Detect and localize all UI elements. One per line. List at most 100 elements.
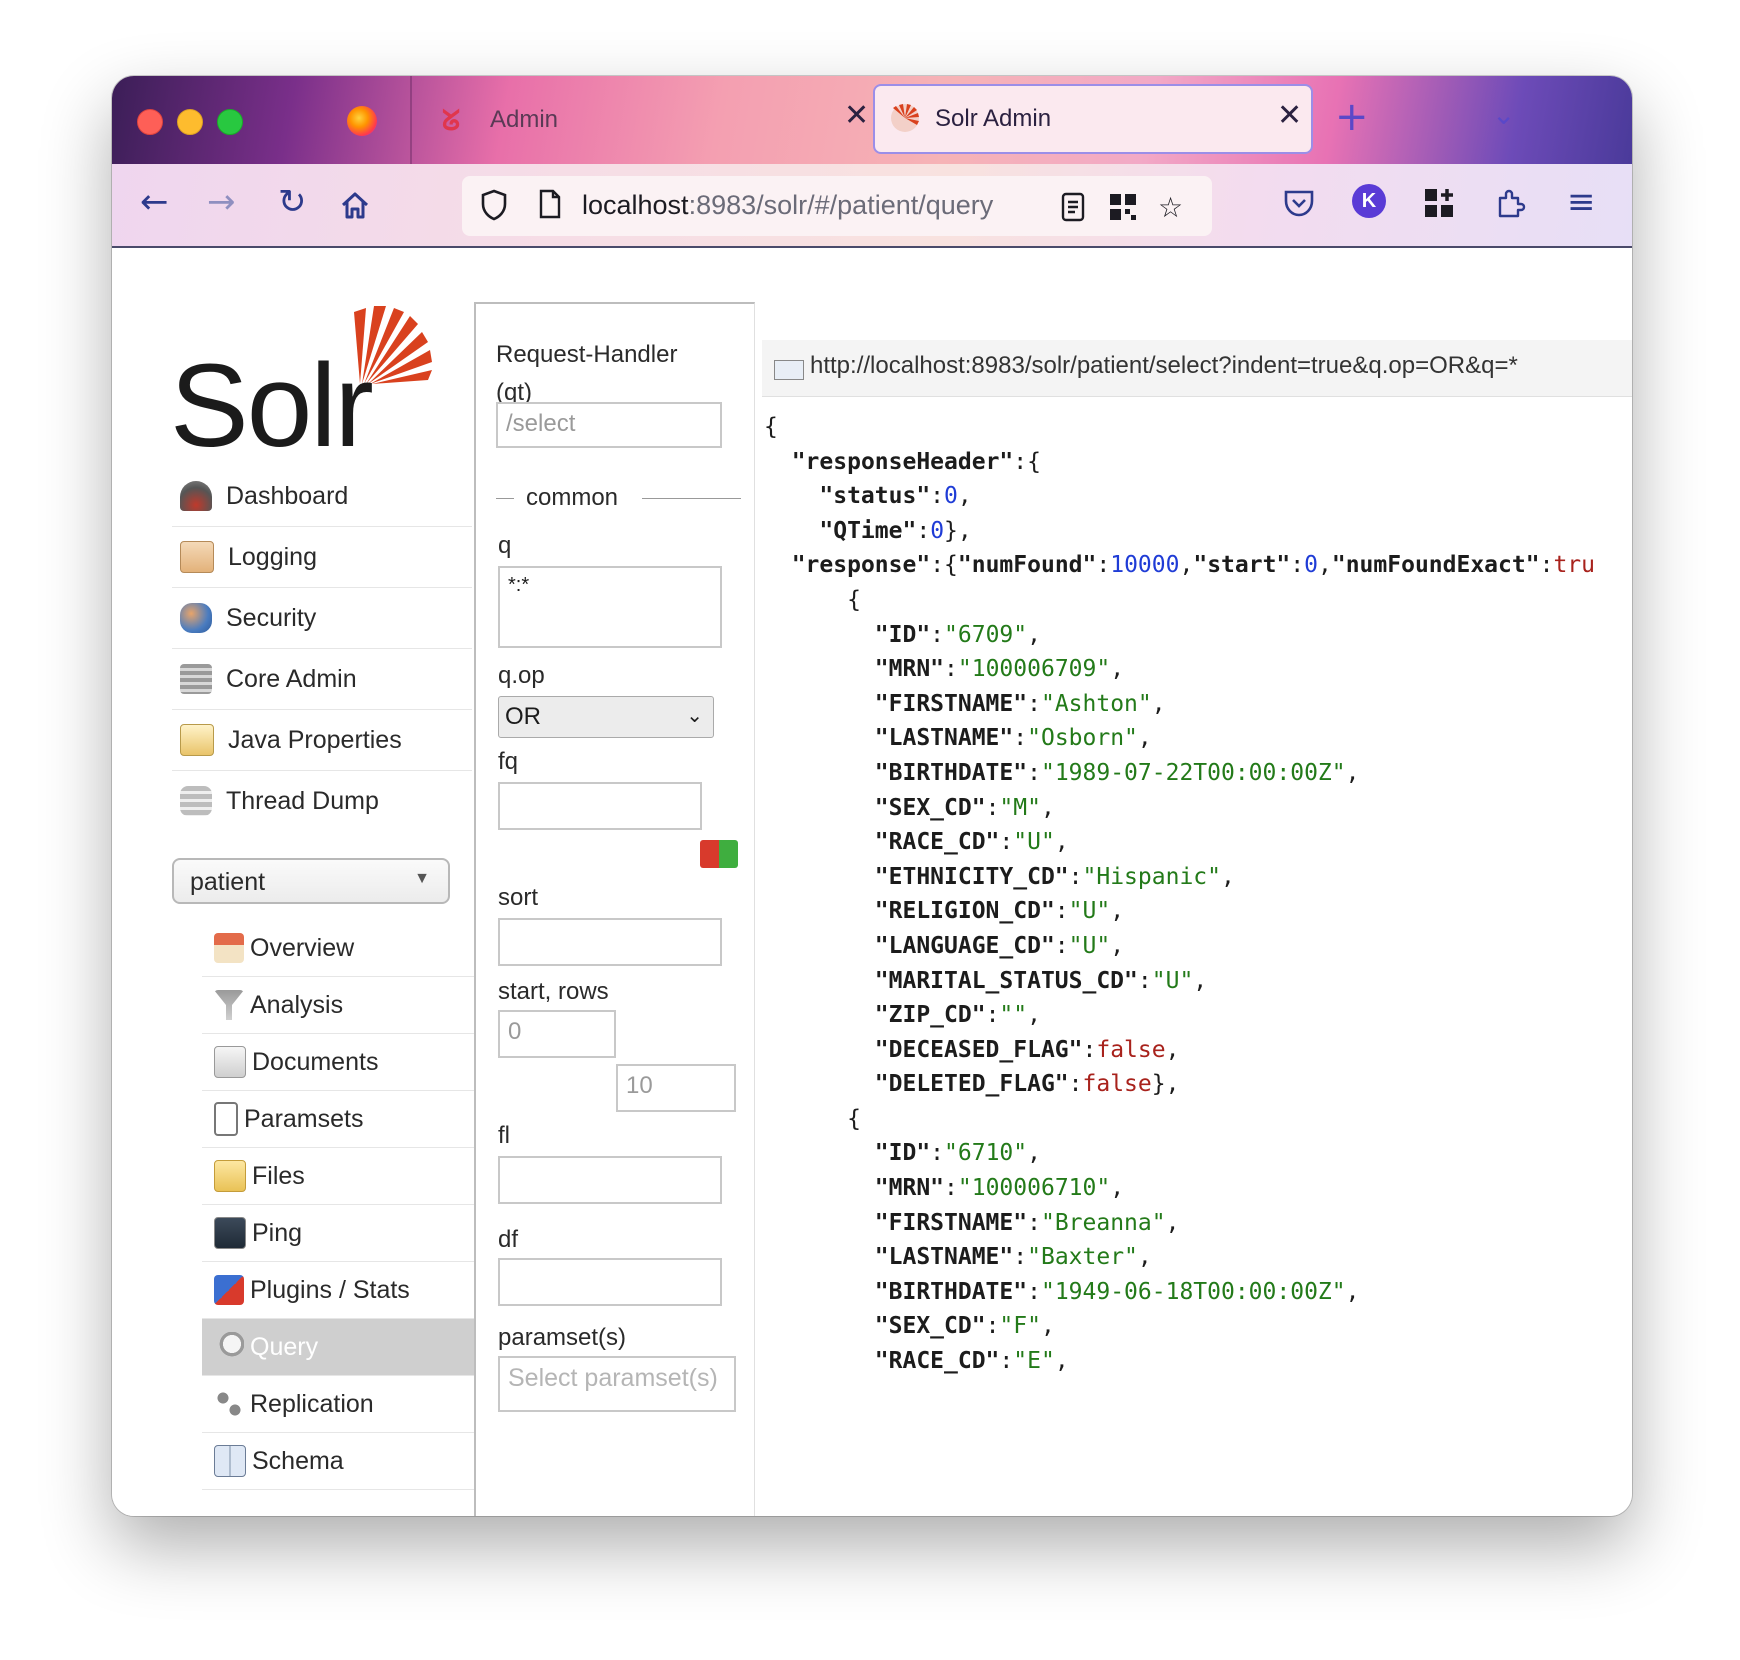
list-all-tabs-icon[interactable]: ⌄ <box>1492 98 1515 131</box>
paramsets-icon <box>214 1102 238 1136</box>
tab-admin[interactable]: ᘜ Admin ✕ <box>412 76 882 164</box>
paramsets-label: paramset(s) <box>498 1324 627 1351</box>
reader-view-icon[interactable] <box>1060 192 1086 222</box>
minimize-window-button[interactable] <box>177 109 203 135</box>
core-nav-label: Replication <box>250 1389 374 1418</box>
core-nav-paramsets[interactable]: Paramsets <box>202 1091 474 1148</box>
request-url-text[interactable]: http://localhost:8983/solr/patient/selec… <box>810 352 1518 380</box>
nav-item-java-properties[interactable]: Java Properties <box>172 710 472 771</box>
pocket-icon[interactable] <box>1282 188 1316 218</box>
rows-input[interactable]: 10 <box>616 1064 736 1112</box>
json-key: "start" <box>1193 552 1291 579</box>
json-key: "LASTNAME" <box>874 725 1014 752</box>
new-tab-icon[interactable]: + <box>1335 94 1369 140</box>
maximize-window-button[interactable] <box>217 109 243 135</box>
df-label: df <box>498 1226 519 1253</box>
request-url-bar[interactable]: http://localhost:8983/solr/patient/selec… <box>762 340 1632 397</box>
json-string: "E" <box>1013 1348 1055 1375</box>
logging-icon <box>180 541 214 573</box>
folder-icon <box>214 1160 246 1192</box>
dashboard-icon <box>180 481 212 511</box>
sort-input[interactable] <box>498 918 722 966</box>
request-handler-input[interactable]: /select <box>496 402 722 448</box>
json-line: "MRN":"100006710", <box>874 1175 1125 1202</box>
fl-input[interactable] <box>498 1156 722 1204</box>
json-line: "status":0, <box>819 483 972 510</box>
qr-code-icon[interactable] <box>1108 192 1138 222</box>
replication-icon <box>214 1389 244 1419</box>
tab-close-icon[interactable]: ✕ <box>1277 98 1302 133</box>
app-menu-icon[interactable]: ≡ <box>1567 182 1596 222</box>
core-nav-documents[interactable]: Documents <box>202 1034 474 1091</box>
json-boolean: false <box>1096 1036 1166 1063</box>
main-nav: Dashboard Logging Security Core Admin Ja… <box>172 466 472 831</box>
core-nav-overview[interactable]: Overview <box>202 920 474 977</box>
json-string: "Baxter" <box>1027 1244 1138 1271</box>
json-line: "FIRSTNAME":"Ashton", <box>874 690 1166 717</box>
extensions-puzzle-icon[interactable] <box>1494 186 1528 220</box>
start-input[interactable]: 0 <box>498 1010 616 1058</box>
json-line: "DECEASED_FLAG":false, <box>874 1036 1180 1063</box>
bookmark-star-icon[interactable]: ☆ <box>1158 191 1183 224</box>
tab-close-icon[interactable]: ✕ <box>844 98 869 133</box>
json-string: "U" <box>1013 829 1055 856</box>
core-nav-ping[interactable]: Ping <box>202 1205 474 1262</box>
firefox-view-icon[interactable] <box>347 106 377 136</box>
core-nav-query[interactable]: Query <box>202 1319 474 1376</box>
dropdown-arrow-icon: ▼ <box>414 870 430 887</box>
json-line: "QTime":0}, <box>819 517 972 544</box>
nav-item-security[interactable]: Security <box>172 588 472 649</box>
json-key: "DECEASED_FLAG" <box>874 1036 1083 1063</box>
json-line: "response":{"numFound":10000,"start":0,"… <box>791 552 1595 579</box>
json-key: "LANGUAGE_CD" <box>874 932 1055 959</box>
core-nav-replication[interactable]: Replication <box>202 1376 474 1433</box>
page-info-icon[interactable] <box>538 189 562 219</box>
json-number: 0 <box>1304 552 1318 579</box>
extensions-grid-icon[interactable] <box>1422 186 1456 220</box>
core-nav-label: Query <box>250 1332 319 1361</box>
request-handler-label: Request-Handler (qt) <box>496 341 678 406</box>
fq-input[interactable] <box>498 782 702 830</box>
core-nav-schema[interactable]: Schema <box>202 1433 474 1490</box>
q-textarea[interactable]: *:* <box>498 566 722 648</box>
core-nav-label: Files <box>252 1161 305 1190</box>
plugins-icon <box>214 1275 244 1305</box>
json-key: "SEX_CD" <box>874 1313 986 1340</box>
json-line: "FIRSTNAME":"Breanna", <box>874 1209 1180 1236</box>
json-line: "RELIGION_CD":"U", <box>874 898 1125 925</box>
json-key: "response" <box>791 552 931 579</box>
df-input[interactable] <box>498 1258 722 1306</box>
close-window-button[interactable] <box>137 109 163 135</box>
core-nav: Overview Analysis Documents Paramsets Fi… <box>202 920 474 1490</box>
nav-item-dashboard[interactable]: Dashboard <box>172 466 472 527</box>
core-nav-label: Ping <box>252 1218 303 1247</box>
back-icon[interactable]: ← <box>140 182 169 222</box>
url-link-icon <box>774 360 804 380</box>
core-nav-files[interactable]: Files <box>202 1148 474 1205</box>
paramsets-select[interactable]: Select paramset(s) <box>498 1356 736 1412</box>
solr-wordmark: Solr <box>170 340 374 472</box>
add-remove-fq-icon[interactable] <box>700 840 738 868</box>
address-bar[interactable]: localhost:8983/solr/#/patient/query ☆ <box>462 176 1212 236</box>
json-key: "QTime" <box>819 517 917 544</box>
documents-icon <box>214 1046 246 1078</box>
account-avatar[interactable]: K <box>1352 184 1386 218</box>
nav-item-thread-dump[interactable]: Thread Dump <box>172 771 472 831</box>
core-selector[interactable]: patient ▼ <box>172 858 450 904</box>
reload-icon[interactable]: ↻ <box>278 182 307 222</box>
nav-item-core-admin[interactable]: Core Admin <box>172 649 472 710</box>
url-text[interactable]: localhost:8983/solr/#/patient/query <box>582 190 1042 221</box>
forward-icon[interactable]: → <box>207 182 236 222</box>
home-button-icon[interactable] <box>338 188 372 222</box>
qop-select-value: OR <box>505 703 541 730</box>
qop-select[interactable]: OR ⌄ <box>498 696 714 738</box>
json-line: "LASTNAME":"Osborn", <box>874 725 1152 752</box>
core-nav-analysis[interactable]: Analysis <box>202 977 474 1034</box>
json-line: "ETHNICITY_CD":"Hispanic", <box>874 863 1235 890</box>
json-key: "FIRSTNAME" <box>874 1209 1028 1236</box>
tab-solr-admin[interactable]: Solr Admin ✕ <box>873 84 1313 154</box>
core-nav-plugins-stats[interactable]: Plugins / Stats <box>202 1262 474 1319</box>
nav-item-logging[interactable]: Logging <box>172 527 472 588</box>
tracking-shield-icon[interactable] <box>480 188 508 222</box>
json-key: "numFoundExact" <box>1331 552 1540 579</box>
